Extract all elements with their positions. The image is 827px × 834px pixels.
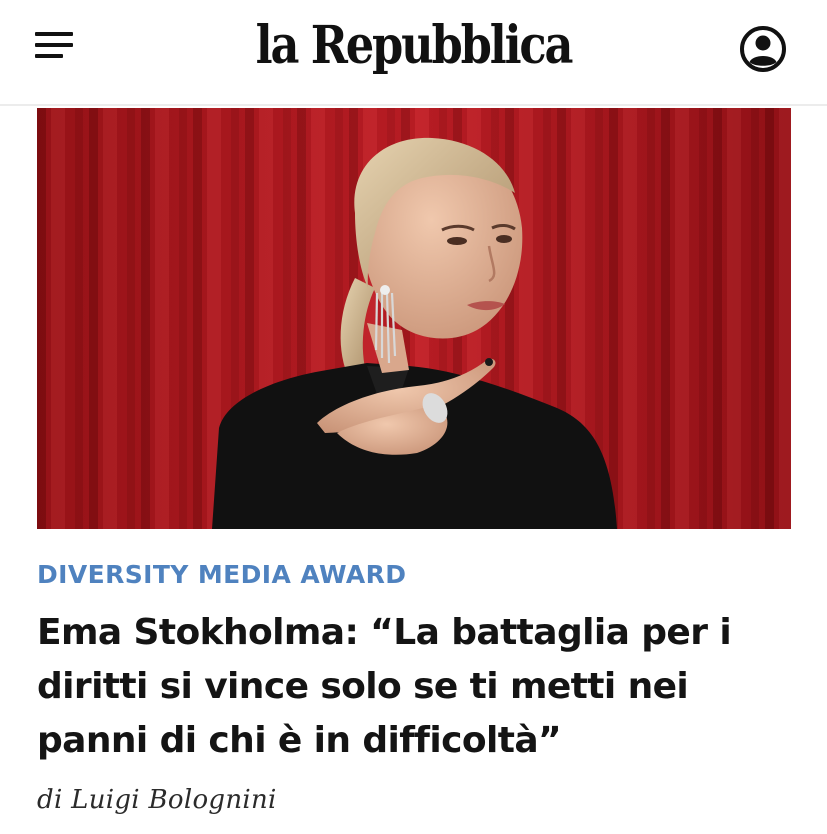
account-button[interactable] bbox=[736, 22, 790, 76]
user-account-icon bbox=[740, 26, 786, 72]
site-header: la Repubblica bbox=[0, 0, 827, 106]
hero-image[interactable] bbox=[37, 108, 791, 529]
site-logo[interactable]: la Repubblica bbox=[58, 10, 769, 82]
article-headline[interactable]: Ema Stokholma: “La battaglia per i dirit… bbox=[37, 606, 807, 768]
article-kicker[interactable]: DIVERSITY MEDIA AWARD bbox=[37, 558, 406, 592]
hero-photo-illustration bbox=[37, 108, 791, 529]
article-byline: di Luigi Bolognini bbox=[37, 785, 277, 815]
